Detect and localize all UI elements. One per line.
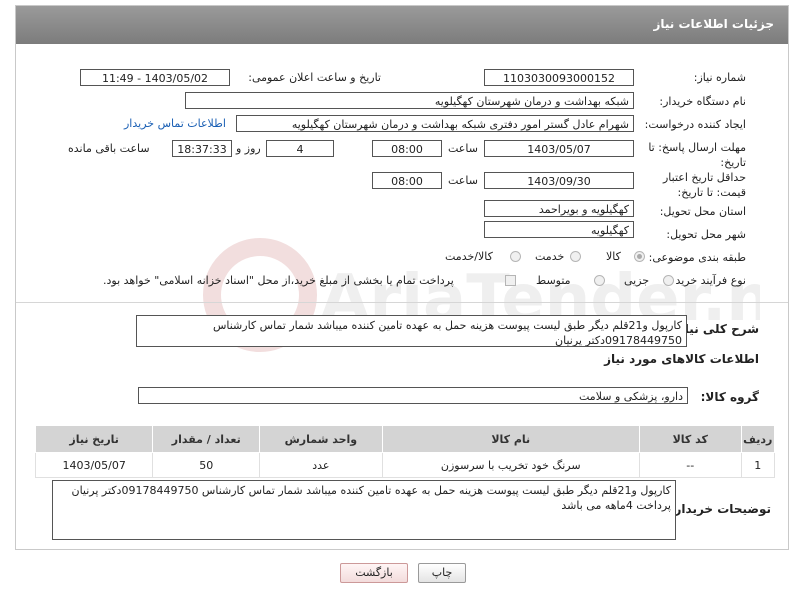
province-label: استان محل تحویل: xyxy=(659,205,746,218)
divider xyxy=(16,302,788,303)
page-title-bar: جزئیات اطلاعات نیاز xyxy=(16,6,788,44)
process-small-label: جزیی xyxy=(624,274,650,287)
process-type-label: نوع فرآیند خرید : xyxy=(668,274,746,287)
cell-qty: 50 xyxy=(152,452,261,478)
category-both-label: کالا/خدمت xyxy=(445,250,493,263)
goods-group-label: گروه کالا: xyxy=(700,390,759,404)
deadline-date-field[interactable]: 1403/05/07 xyxy=(484,140,634,157)
creator-label: ایجاد کننده درخواست: xyxy=(644,118,746,131)
category-service-radio[interactable] xyxy=(570,251,581,262)
buyer-org-field[interactable]: شبکه بهداشت و درمان شهرستان کهگیلویه xyxy=(185,92,634,109)
days-label: روز و xyxy=(236,142,261,155)
time-remaining-label: ساعت باقی مانده xyxy=(68,142,150,155)
announce-date-field[interactable]: 1403/05/02 - 11:49 xyxy=(80,69,230,86)
category-goods-label: کالا xyxy=(606,250,621,263)
back-button[interactable]: بازگشت xyxy=(340,563,408,583)
cell-unit: عدد xyxy=(259,452,383,478)
validity-time-field[interactable]: 08:00 xyxy=(372,172,442,189)
col-row: ردیف xyxy=(740,425,776,453)
deadline-time-label: ساعت xyxy=(448,142,478,155)
days-remaining-field[interactable]: 4 xyxy=(266,140,334,157)
goods-group-field[interactable]: دارو، پزشکی و سلامت xyxy=(138,387,688,404)
city-field[interactable]: کهگیلویه xyxy=(484,221,634,238)
buyer-org-label: نام دستگاه خریدار: xyxy=(659,95,746,108)
category-both-radio[interactable] xyxy=(510,251,521,262)
process-medium-radio[interactable] xyxy=(594,275,605,286)
validity-label: حداقل تاریخ اعتبار قیمت: تا تاریخ: xyxy=(662,171,746,199)
category-goods-radio[interactable] xyxy=(634,251,645,262)
validity-time-label: ساعت xyxy=(448,174,478,187)
goods-table: ردیف کد کالا نام کالا واحد شمارش تعداد /… xyxy=(34,425,776,478)
process-medium-label: متوسط xyxy=(536,274,571,287)
cell-code: -- xyxy=(638,452,742,478)
buyer-notes-label: توضیحات خریدار: xyxy=(669,502,771,516)
page-title: جزئیات اطلاعات نیاز xyxy=(653,17,774,31)
col-unit: واحد شمارش xyxy=(259,425,383,453)
goods-section-title: اطلاعات کالاهای مورد نیاز xyxy=(604,352,759,366)
validity-date-field[interactable]: 1403/09/30 xyxy=(484,172,634,189)
time-remaining-field[interactable]: 18:37:33 xyxy=(172,140,232,157)
process-small-radio[interactable] xyxy=(663,275,674,286)
col-name: نام کالا xyxy=(381,425,640,453)
col-code: کد کالا xyxy=(638,425,742,453)
deadline-label: مهلت ارسال پاسخ: تا تاریخ: xyxy=(648,141,746,169)
category-service-label: خدمت xyxy=(535,250,565,263)
summary-textarea[interactable]: کارپول و21قلم دیگر طبق لیست پیوست هزینه … xyxy=(136,315,687,347)
category-label: طبقه بندی موضوعی: xyxy=(648,251,746,264)
announce-date-label: تاریخ و ساعت اعلان عمومی: xyxy=(248,71,381,84)
treasury-bonds-checkbox[interactable] xyxy=(505,275,516,286)
cell-row: 1 xyxy=(740,452,776,478)
need-number-field[interactable]: 1103030093000152 xyxy=(484,69,634,86)
cell-name: سرنگ خود تخریب با سرسوزن xyxy=(381,452,640,478)
city-label: شهر محل تحویل: xyxy=(666,228,746,241)
buyer-notes-textarea[interactable]: کارپول و21قلم دیگر طبق لیست پیوست هزینه … xyxy=(52,480,676,540)
table-row[interactable]: 1 -- سرنگ خود تخریب با سرسوزن عدد 50 140… xyxy=(34,452,776,478)
need-number-label: شماره نیاز: xyxy=(693,71,746,84)
buyer-contact-link[interactable]: اطلاعات تماس خریدار xyxy=(124,117,226,130)
province-field[interactable]: کهگیلویه و بویراحمد xyxy=(484,200,634,217)
col-date: تاریخ نیاز xyxy=(34,425,154,453)
table-header-row: ردیف کد کالا نام کالا واحد شمارش تعداد /… xyxy=(34,425,776,453)
col-qty: تعداد / مقدار xyxy=(152,425,261,453)
treasury-bonds-note: پرداخت تمام یا بخشی از مبلغ خرید،از محل … xyxy=(103,274,454,287)
creator-field[interactable]: شهرام عادل گستر امور دفتری شبکه بهداشت و… xyxy=(236,115,634,132)
deadline-time-field[interactable]: 08:00 xyxy=(372,140,442,157)
print-button[interactable]: چاپ xyxy=(418,563,466,583)
cell-date: 1403/05/07 xyxy=(34,452,154,478)
